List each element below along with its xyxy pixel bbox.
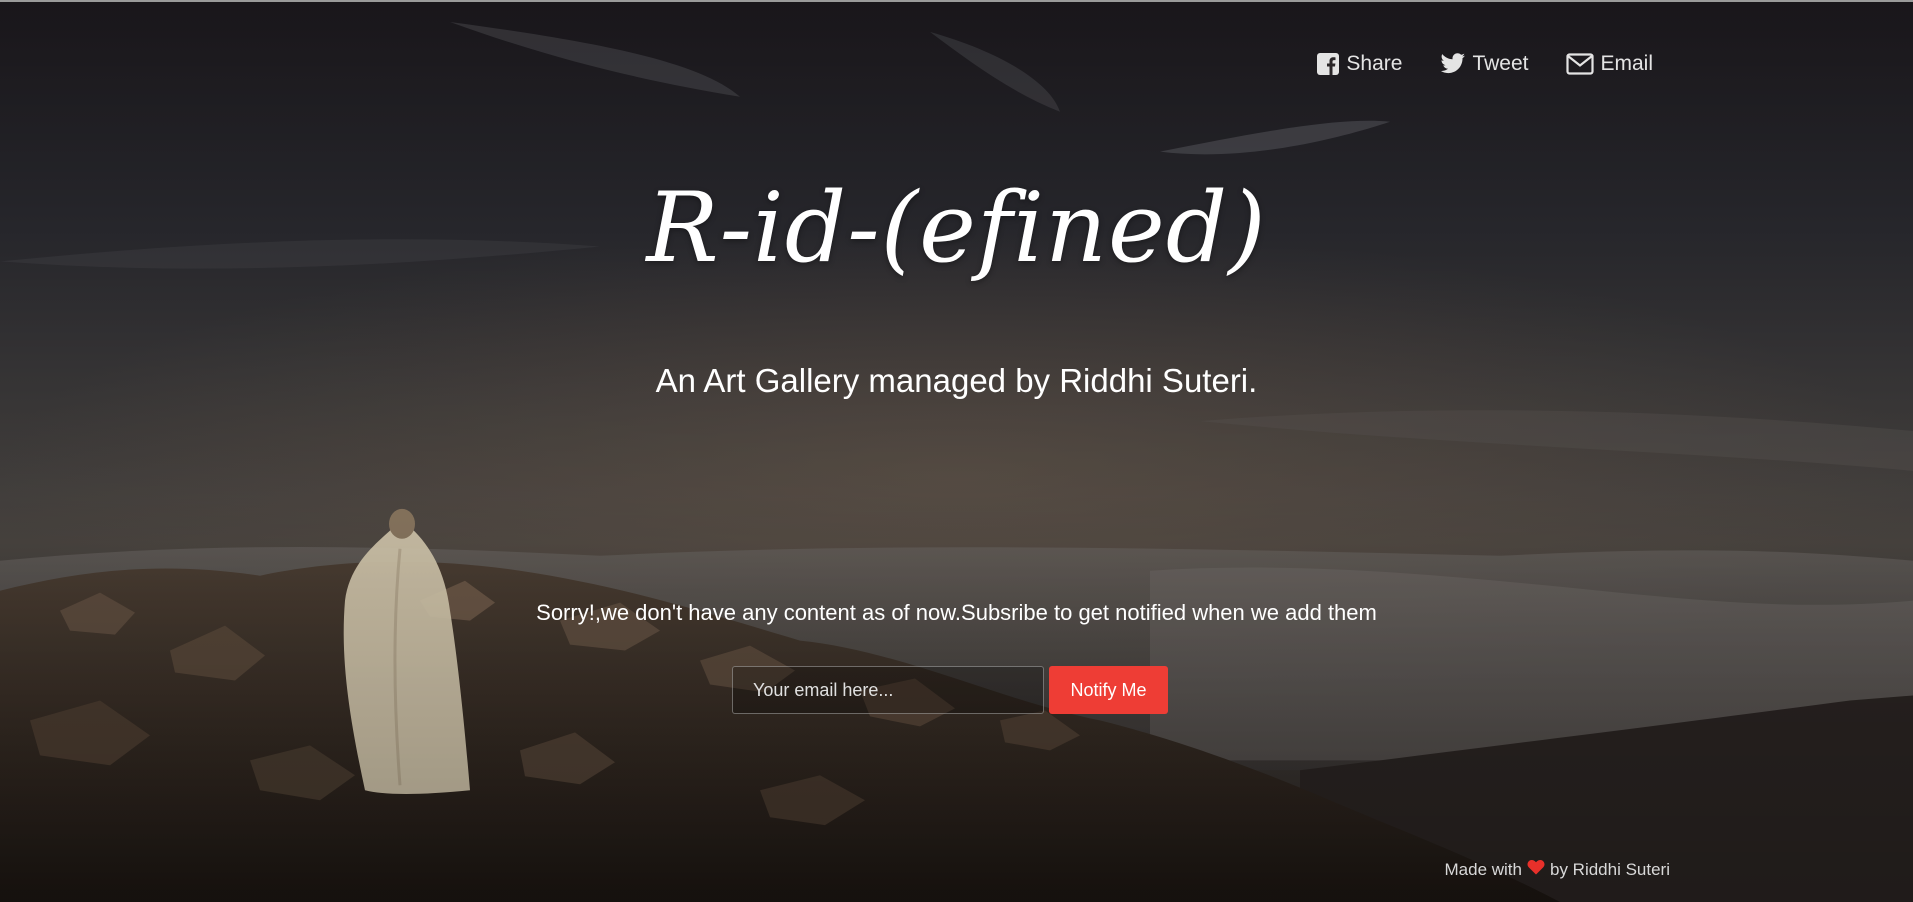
site-subtitle: An Art Gallery managed by Riddhi Suteri. xyxy=(655,362,1258,399)
share-email-link[interactable]: Email xyxy=(1566,52,1653,76)
page: Share Tweet Email R-id-(efined) An Art G… xyxy=(0,0,1913,902)
subscribe-form: Notify Me xyxy=(732,666,1168,714)
heart-icon xyxy=(1527,859,1545,880)
footer-credit: Made with by Riddhi Suteri xyxy=(1445,859,1671,880)
share-twitter-link[interactable]: Tweet xyxy=(1440,52,1528,76)
footer-prefix: Made with xyxy=(1444,859,1522,879)
email-label: Email xyxy=(1600,52,1653,75)
share-bar: Share Tweet Email xyxy=(1316,52,1653,76)
share-label: Share xyxy=(1346,52,1403,75)
tweet-label: Tweet xyxy=(1472,52,1529,75)
share-facebook-link[interactable]: Share xyxy=(1316,52,1402,76)
notify-me-button[interactable]: Notify Me xyxy=(1049,666,1168,714)
twitter-icon xyxy=(1440,53,1466,75)
no-content-notice: Sorry!,we don't have any content as of n… xyxy=(536,600,1377,625)
facebook-icon xyxy=(1316,52,1340,76)
footer-suffix: by Riddhi Suteri xyxy=(1549,859,1670,879)
email-input[interactable] xyxy=(732,666,1044,714)
envelope-icon xyxy=(1566,53,1595,75)
site-title: R-id-(efined) xyxy=(646,172,1267,284)
